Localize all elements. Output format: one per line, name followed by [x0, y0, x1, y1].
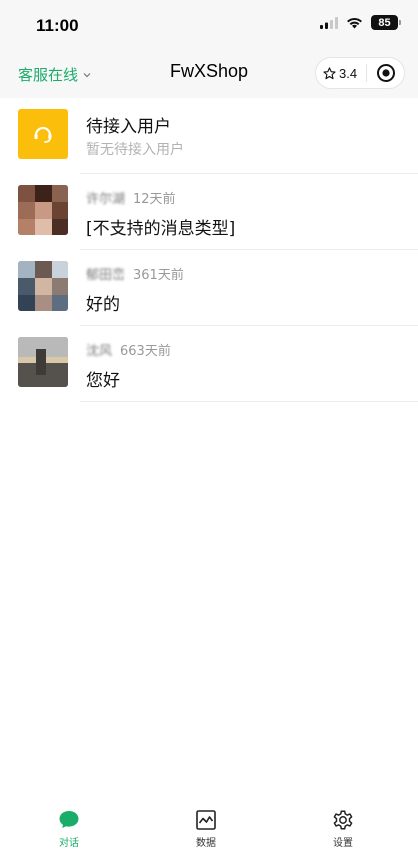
pending-users-item[interactable]: 待接入用户 暂无待接入用户	[0, 98, 418, 174]
contact-name: 郁田峦	[86, 268, 126, 283]
conversation-header: 沈风 663天前	[86, 340, 171, 359]
contact-name: 沈风	[86, 344, 113, 359]
avatar-image	[18, 337, 68, 387]
tab-settings[interactable]: 设置	[313, 808, 373, 849]
conversation-time: 12天前	[133, 192, 176, 207]
pending-title: 待接入用户	[86, 117, 171, 137]
headset-icon	[34, 126, 52, 143]
tab-bar: 对话 数据 设置	[0, 805, 418, 861]
tab-label: 数据	[196, 838, 216, 849]
star-icon	[323, 66, 336, 79]
conversation-time: 663天前	[120, 344, 171, 359]
battery-icon: 85	[371, 15, 401, 30]
chart-icon	[196, 810, 216, 830]
status-bar: 11:00 85	[0, 0, 418, 48]
tab-label: 设置	[333, 838, 353, 849]
conversation-time: 361天前	[133, 268, 184, 283]
avatar-image	[18, 185, 68, 235]
nav-bar: 客服在线 FwXShop 3.4	[0, 48, 418, 98]
avatar-image	[18, 261, 68, 311]
conversation-list: 待接入用户 暂无待接入用户 许尔湖 12天前 [不支持的消息类型] 郁田峦 36…	[0, 98, 418, 402]
close-target-button[interactable]	[367, 63, 404, 83]
last-message: 好的	[86, 295, 120, 315]
last-message: [不支持的消息类型]	[86, 219, 236, 239]
gear-icon	[333, 810, 353, 830]
avatar	[18, 337, 68, 387]
last-message: 您好	[86, 371, 120, 391]
service-status-dropdown[interactable]: 客服在线	[18, 64, 92, 85]
tab-label: 对话	[59, 838, 79, 849]
rating-button[interactable]: 3.4	[316, 66, 366, 81]
conversation-header: 许尔湖 12天前	[86, 188, 176, 207]
conversation-item[interactable]: 沈风 663天前 您好	[0, 326, 418, 402]
conversation-item[interactable]: 郁田峦 361天前 好的	[0, 250, 418, 326]
signal-icon	[320, 16, 338, 29]
status-icons: 85	[320, 15, 401, 30]
service-status-label: 客服在线	[18, 66, 79, 84]
contact-name: 许尔湖	[86, 192, 126, 207]
rating-value: 3.4	[339, 65, 358, 81]
chevron-down-icon	[83, 72, 91, 77]
conversation-item[interactable]: 许尔湖 12天前 [不支持的消息类型]	[0, 174, 418, 250]
miniprogram-capsule: 3.4	[315, 57, 405, 89]
wifi-icon	[347, 17, 362, 28]
target-icon	[376, 64, 395, 82]
status-time: 11:00	[36, 16, 79, 35]
conversation-header: 郁田峦 361天前	[86, 264, 184, 283]
pending-avatar	[18, 109, 68, 159]
pending-subtitle: 暂无待接入用户	[86, 142, 184, 158]
avatar	[18, 185, 68, 235]
tab-data[interactable]: 数据	[176, 808, 236, 849]
chat-bubble-icon	[59, 811, 79, 828]
tab-chat[interactable]: 对话	[39, 808, 99, 849]
avatar	[18, 261, 68, 311]
